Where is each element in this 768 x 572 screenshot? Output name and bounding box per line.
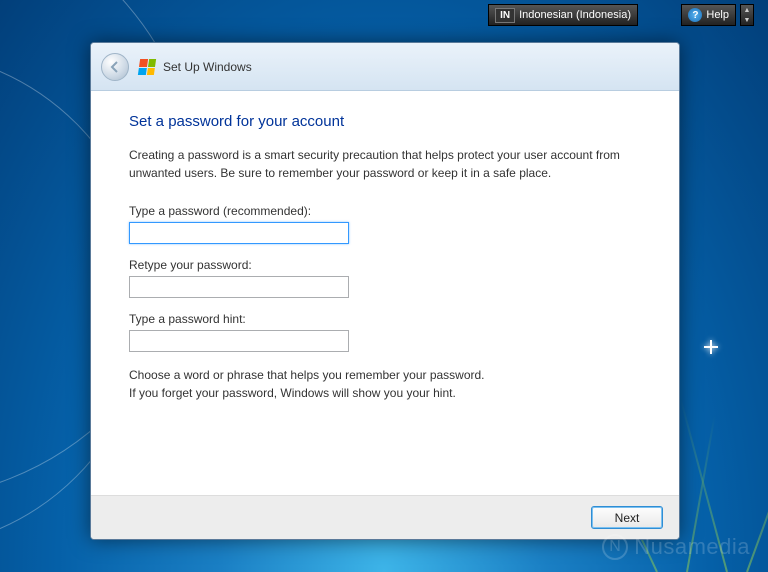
chevron-down-icon: ▼ [741,15,753,25]
help-label: Help [706,9,729,21]
dialog-title: Set Up Windows [163,60,252,74]
arrow-left-icon [108,60,122,74]
language-code: IN [495,8,515,23]
password-hint-label: Type a password hint: [129,312,641,326]
help-button[interactable]: ? Help [681,4,736,26]
setup-dialog: Set Up Windows Set a password for your a… [90,42,680,540]
back-button[interactable] [101,53,129,81]
dialog-footer: Next [91,495,679,539]
help-icon: ? [688,8,702,22]
password-input[interactable] [129,222,349,244]
hint-description: Choose a word or phrase that helps you r… [129,366,641,402]
page-heading: Set a password for your account [129,113,641,130]
toolbar-options-button[interactable]: ▲ ▼ [740,4,754,26]
password-hint-input[interactable] [129,330,349,352]
language-label: Indonesian (Indonesia) [519,9,631,21]
hint-description-line: Choose a word or phrase that helps you r… [129,366,641,384]
dialog-header: Set Up Windows [91,43,679,91]
password-label: Type a password (recommended): [129,204,641,218]
page-description: Creating a password is a smart security … [129,146,641,182]
chevron-up-icon: ▲ [741,5,753,15]
retype-password-label: Retype your password: [129,258,641,272]
language-bar[interactable]: IN Indonesian (Indonesia) [488,4,638,26]
next-button[interactable]: Next [591,506,663,529]
sparkle-icon [704,340,718,354]
windows-flag-icon [138,59,156,75]
dialog-body: Set a password for your account Creating… [91,91,679,495]
hint-description-line: If you forget your password, Windows wil… [129,384,641,402]
retype-password-input[interactable] [129,276,349,298]
